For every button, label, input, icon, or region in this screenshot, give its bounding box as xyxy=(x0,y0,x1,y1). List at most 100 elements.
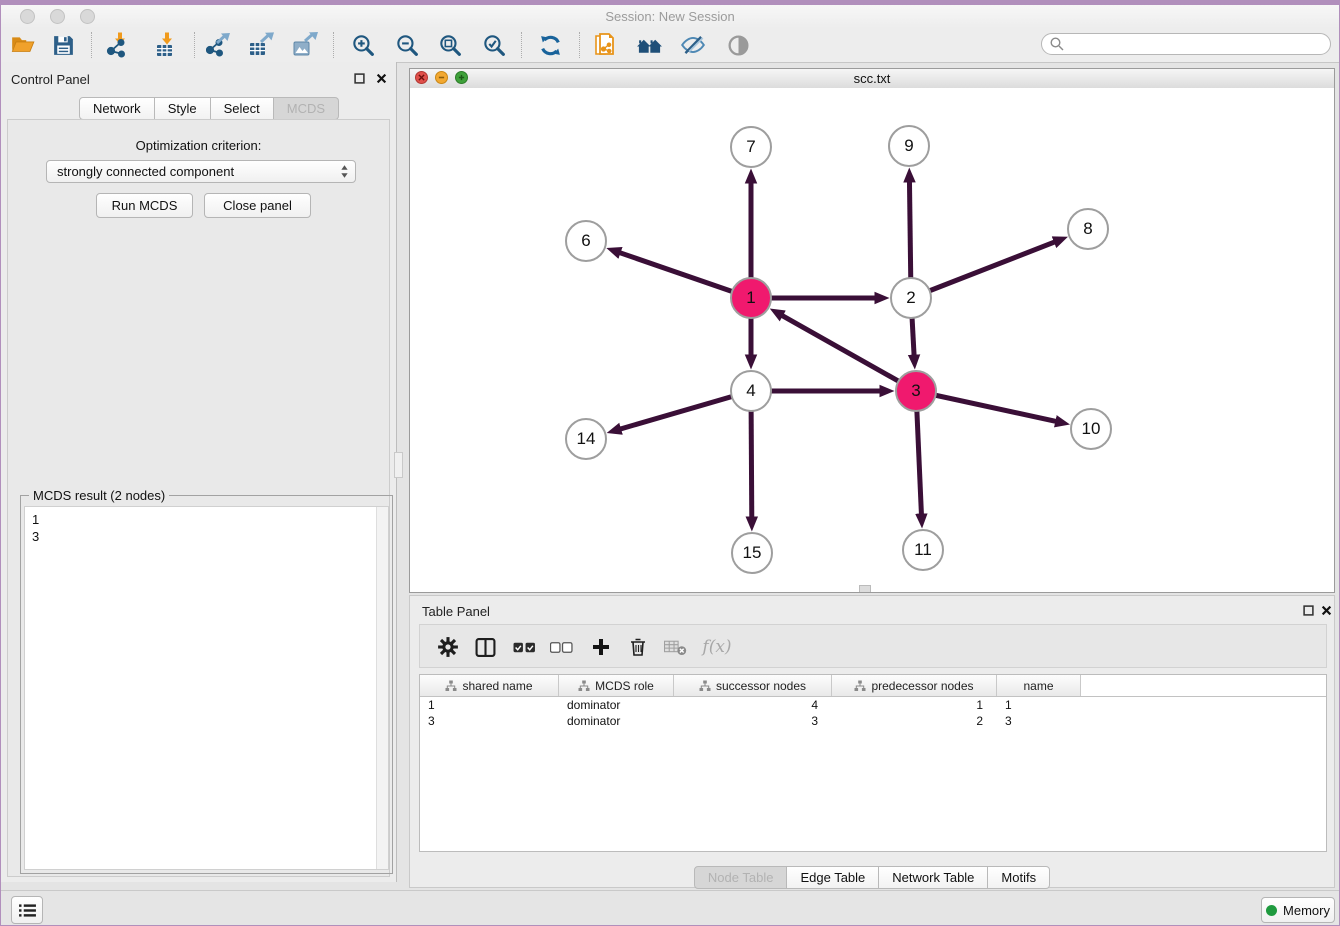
close-panel-button-inner[interactable]: Close panel xyxy=(204,193,311,218)
hide-toolbar-button[interactable] xyxy=(679,31,707,59)
zoom-in-button[interactable] xyxy=(349,31,377,59)
table-cell[interactable]: 4 xyxy=(674,697,832,713)
export-network-icon xyxy=(206,32,232,58)
tab-edge-table[interactable]: Edge Table xyxy=(787,866,879,889)
export-image-button[interactable] xyxy=(292,31,320,59)
network-view-window: scc.txt 7 9 6 8 1 2 4 3 14 10 15 11 xyxy=(409,68,1335,593)
toolbar-separator xyxy=(194,32,195,58)
graph-node-15[interactable]: 15 xyxy=(731,532,773,574)
criterion-selected-value: strongly connected component xyxy=(57,164,340,179)
refresh-icon xyxy=(538,33,563,58)
import-table-button[interactable] xyxy=(152,31,180,59)
table-cell[interactable]: 3 xyxy=(674,713,832,729)
run-mcds-button[interactable]: Run MCDS xyxy=(96,193,193,218)
column-header-name[interactable]: name xyxy=(997,675,1081,696)
panel-splitter-handle[interactable] xyxy=(394,452,403,478)
import-network-button[interactable] xyxy=(105,31,133,59)
close-panel-button[interactable] xyxy=(375,72,387,84)
zoom-selected-button[interactable] xyxy=(480,31,508,59)
table-settings-button[interactable] xyxy=(435,634,461,660)
table-row[interactable]: 1dominator411 xyxy=(420,697,1326,713)
column-header-shared-name[interactable]: shared name xyxy=(420,675,559,696)
graph-node-14[interactable]: 14 xyxy=(565,418,607,460)
show-view-button[interactable] xyxy=(724,31,752,59)
create-column-button[interactable] xyxy=(588,634,614,660)
column-header-label: name xyxy=(1023,679,1053,693)
export-network-button[interactable] xyxy=(205,31,233,59)
tab-node-table[interactable]: Node Table xyxy=(694,866,788,889)
graph-node-7[interactable]: 7 xyxy=(730,126,772,168)
table-cell[interactable]: 3 xyxy=(420,713,559,729)
network-report-button[interactable] xyxy=(592,31,620,59)
show-column-button[interactable] xyxy=(472,634,498,660)
table-cell[interactable]: 1 xyxy=(997,697,1081,713)
graph-node-2[interactable]: 2 xyxy=(890,277,932,319)
mcds-result-scrollbar[interactable] xyxy=(376,507,388,869)
document-network-icon xyxy=(593,32,619,58)
memory-status-dot xyxy=(1266,905,1277,916)
tab-style[interactable]: Style xyxy=(155,97,211,120)
float-panel-button[interactable] xyxy=(353,72,365,84)
task-history-button[interactable] xyxy=(11,896,43,924)
table-cell[interactable]: 3 xyxy=(997,713,1081,729)
table-cell[interactable]: 2 xyxy=(832,713,997,729)
graph-edge-3-1[interactable] xyxy=(781,315,916,391)
graph-node-9[interactable]: 9 xyxy=(888,125,930,167)
graph-node-8[interactable]: 8 xyxy=(1067,208,1109,250)
criterion-select[interactable]: strongly connected component xyxy=(46,160,356,183)
tab-select[interactable]: Select xyxy=(211,97,274,120)
node-table[interactable]: shared nameMCDS rolesuccessor nodesprede… xyxy=(419,674,1327,852)
graph-node-11[interactable]: 11 xyxy=(902,529,944,571)
canvas-resize-handle[interactable] xyxy=(859,585,871,592)
graph-node-6[interactable]: 6 xyxy=(565,220,607,262)
apply-layout-button[interactable] xyxy=(536,31,564,59)
columns-icon xyxy=(475,637,496,658)
table-cell[interactable]: dominator xyxy=(559,713,674,729)
table-panel-tabs: Node Table Edge Table Network Table Moti… xyxy=(410,866,1334,889)
tab-mcds[interactable]: MCDS xyxy=(274,97,339,120)
unselect-all-columns-button[interactable] xyxy=(548,634,574,660)
delete-table-button-disabled[interactable] xyxy=(662,634,688,660)
trash-icon xyxy=(628,637,648,657)
zoom-in-icon xyxy=(351,33,376,58)
mcds-result-textarea[interactable]: 1 3 xyxy=(24,506,389,870)
home-view-button[interactable] xyxy=(635,31,663,59)
tab-network-table[interactable]: Network Table xyxy=(879,866,988,889)
graph-edge-2-8[interactable] xyxy=(911,242,1055,298)
control-panel-tabs: Network Style Select MCDS xyxy=(79,97,339,120)
zoom-out-icon xyxy=(395,33,420,58)
search-icon xyxy=(1049,36,1065,52)
network-window-titlebar[interactable]: scc.txt xyxy=(410,69,1334,89)
save-session-button[interactable] xyxy=(49,31,77,59)
graph-node-10[interactable]: 10 xyxy=(1070,408,1112,450)
column-header-predecessor-nodes[interactable]: predecessor nodes xyxy=(832,675,997,696)
column-header-successor-nodes[interactable]: successor nodes xyxy=(674,675,832,696)
zoom-fit-button[interactable] xyxy=(436,31,464,59)
graph-edge-3-10[interactable] xyxy=(916,391,1057,422)
search-input[interactable] xyxy=(1069,36,1330,52)
select-all-columns-button[interactable] xyxy=(511,634,537,660)
tab-network[interactable]: Network xyxy=(79,97,155,120)
graph-node-3[interactable]: 3 xyxy=(895,370,937,412)
plus-icon xyxy=(591,637,611,657)
table-cell[interactable]: 1 xyxy=(832,697,997,713)
tab-motifs[interactable]: Motifs xyxy=(988,866,1050,889)
function-builder-button-disabled[interactable]: f(x) xyxy=(700,634,734,660)
open-session-button[interactable] xyxy=(9,31,37,59)
zoom-selected-icon xyxy=(482,33,507,58)
close-icon xyxy=(376,73,387,84)
column-header-MCDS-role[interactable]: MCDS role xyxy=(559,675,674,696)
search-field[interactable] xyxy=(1041,33,1331,55)
table-cell[interactable]: 1 xyxy=(420,697,559,713)
export-table-button[interactable] xyxy=(248,31,276,59)
table-cell[interactable]: dominator xyxy=(559,697,674,713)
delete-column-button[interactable] xyxy=(625,634,651,660)
table-row[interactable]: 3dominator323 xyxy=(420,713,1326,729)
memory-button[interactable]: Memory xyxy=(1261,897,1335,923)
float-table-panel-button[interactable] xyxy=(1302,604,1314,616)
network-canvas[interactable]: 7 9 6 8 1 2 4 3 14 10 15 11 xyxy=(410,88,1334,592)
graph-node-1[interactable]: 1 xyxy=(730,277,772,319)
graph-node-4[interactable]: 4 xyxy=(730,370,772,412)
close-table-panel-button[interactable] xyxy=(1320,604,1332,616)
zoom-out-button[interactable] xyxy=(393,31,421,59)
